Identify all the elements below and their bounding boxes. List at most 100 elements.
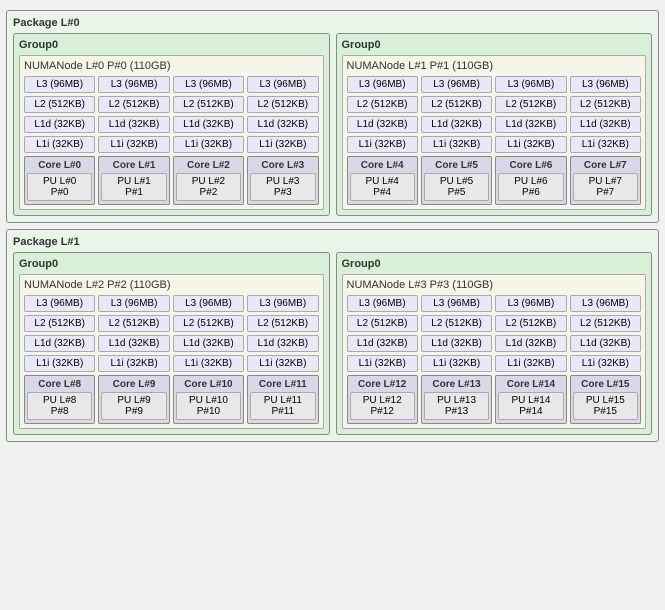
core-label: Core L#9 bbox=[101, 379, 166, 390]
cache-cell: L1i (32KB) bbox=[24, 355, 95, 372]
core-box: Core L#6 PU L#6 P#6 bbox=[495, 156, 566, 205]
pu-box: PU L#14 P#14 bbox=[498, 392, 563, 420]
cache-cell: L2 (512KB) bbox=[421, 315, 492, 332]
cache-cell: L1i (32KB) bbox=[98, 355, 169, 372]
cores-row: Core L#8PU L#8 P#8Core L#9PU L#9 P#9Core… bbox=[24, 375, 319, 424]
core-label: Core L#3 bbox=[250, 160, 315, 171]
cache-cell: L1i (32KB) bbox=[173, 136, 244, 153]
package: Package L#1 Group0 NUMANode L#2 P#2 (110GB… bbox=[6, 229, 659, 442]
pu-box: PU L#7 P#7 bbox=[573, 173, 638, 201]
pu-box: PU L#9 P#9 bbox=[101, 392, 166, 420]
core-box: Core L#3 PU L#3 P#3 bbox=[247, 156, 318, 205]
cache-cell: L3 (96MB) bbox=[495, 76, 566, 93]
numa-node: NUMANode L#0 P#0 (110GB)L3 (96MB)L3 (96M… bbox=[19, 55, 324, 210]
pu-box: PU L#13 P#13 bbox=[424, 392, 489, 420]
cache-cell: L2 (512KB) bbox=[570, 96, 641, 113]
cache-row: L1d (32KB)L1d (32KB)L1d (32KB)L1d (32KB) bbox=[347, 335, 642, 352]
cache-row: L2 (512KB)L2 (512KB)L2 (512KB)L2 (512KB) bbox=[347, 315, 642, 332]
cache-row: L3 (96MB)L3 (96MB)L3 (96MB)L3 (96MB) bbox=[347, 295, 642, 312]
pu-box: PU L#12 P#12 bbox=[350, 392, 415, 420]
package-label: Package L#1 bbox=[13, 236, 652, 248]
cache-cell: L1i (32KB) bbox=[495, 136, 566, 153]
cache-cell: L1i (32KB) bbox=[98, 136, 169, 153]
cache-cell: L1d (32KB) bbox=[173, 335, 244, 352]
pu-box: PU L#11 P#11 bbox=[250, 392, 315, 420]
cache-cell: L1d (32KB) bbox=[247, 116, 318, 133]
cache-cell: L2 (512KB) bbox=[24, 96, 95, 113]
cache-cell: L3 (96MB) bbox=[495, 295, 566, 312]
cache-cell: L1i (32KB) bbox=[347, 136, 418, 153]
cache-cell: L2 (512KB) bbox=[495, 315, 566, 332]
cache-cell: L1i (32KB) bbox=[570, 355, 641, 372]
cache-cell: L3 (96MB) bbox=[347, 295, 418, 312]
cache-cell: L1i (32KB) bbox=[421, 136, 492, 153]
cache-cell: L1i (32KB) bbox=[173, 355, 244, 372]
core-box: Core L#1PU L#1 P#1 bbox=[98, 156, 169, 205]
cache-cell: L3 (96MB) bbox=[421, 76, 492, 93]
core-label: Core L#15 bbox=[573, 379, 638, 390]
cache-cell: L1d (32KB) bbox=[347, 335, 418, 352]
core-box: Core L#10 PU L#10 P#10 bbox=[173, 375, 244, 424]
core-label: Core L#0 bbox=[27, 160, 92, 171]
cache-row: L1d (32KB)L1d (32KB)L1d (32KB)L1d (32KB) bbox=[347, 116, 642, 133]
package-label: Package L#0 bbox=[13, 17, 652, 29]
cache-row: L3 (96MB)L3 (96MB)L3 (96MB)L3 (96MB) bbox=[24, 295, 319, 312]
pu-box: PU L#5 P#5 bbox=[424, 173, 489, 201]
core-box: Core L#4PU L#4 P#4 bbox=[347, 156, 418, 205]
cache-row: L1d (32KB)L1d (32KB)L1d (32KB)L1d (32KB) bbox=[24, 335, 319, 352]
cache-cell: L3 (96MB) bbox=[24, 295, 95, 312]
cache-cell: L1i (32KB) bbox=[570, 136, 641, 153]
core-label: Core L#8 bbox=[27, 379, 92, 390]
core-box: Core L#7 PU L#7 P#7 bbox=[570, 156, 641, 205]
cache-cell: L3 (96MB) bbox=[570, 295, 641, 312]
cache-cell: L1d (32KB) bbox=[98, 335, 169, 352]
cache-cell: L1d (32KB) bbox=[24, 335, 95, 352]
pu-box: PU L#3 P#3 bbox=[250, 173, 315, 201]
cache-cell: L2 (512KB) bbox=[173, 96, 244, 113]
group-label: Group0 bbox=[342, 258, 647, 270]
cache-row: L1i (32KB)L1i (32KB)L1i (32KB)L1i (32KB) bbox=[24, 136, 319, 153]
cache-cell: L3 (96MB) bbox=[173, 76, 244, 93]
pu-box: PU L#0 P#0 bbox=[27, 173, 92, 201]
cache-cell: L1d (32KB) bbox=[421, 335, 492, 352]
cache-cell: L1i (32KB) bbox=[347, 355, 418, 372]
core-label: Core L#6 bbox=[498, 160, 563, 171]
numa-label: NUMANode L#2 P#2 (110GB) bbox=[24, 279, 319, 291]
cache-cell: L2 (512KB) bbox=[24, 315, 95, 332]
cache-cell: L1d (32KB) bbox=[570, 335, 641, 352]
core-label: Core L#7 bbox=[573, 160, 638, 171]
pu-box: PU L#8 P#8 bbox=[27, 392, 92, 420]
core-label: Core L#14 bbox=[498, 379, 563, 390]
core-label: Core L#10 bbox=[176, 379, 241, 390]
cache-cell: L2 (512KB) bbox=[495, 96, 566, 113]
cache-row: L3 (96MB)L3 (96MB)L3 (96MB)L3 (96MB) bbox=[24, 76, 319, 93]
package: Package L#0 Group0 NUMANode L#0 P#0 (110GB… bbox=[6, 10, 659, 223]
cores-row: Core L#0 PU L#0 P#0Core L#1PU L#1 P#1 Core… bbox=[24, 156, 319, 205]
core-box: Core L#12PU L#12 P#12 bbox=[347, 375, 418, 424]
cache-cell: L3 (96MB) bbox=[98, 295, 169, 312]
numa-label: NUMANode L#3 P#3 (110GB) bbox=[347, 279, 642, 291]
cache-cell: L1d (32KB) bbox=[570, 116, 641, 133]
pu-box: PU L#10 P#10 bbox=[176, 392, 241, 420]
pu-box: PU L#6 P#6 bbox=[498, 173, 563, 201]
group: Group0NUMANode L#1 P#1 (110GB)L3 (96MB)L… bbox=[336, 33, 653, 216]
cache-cell: L1d (32KB) bbox=[24, 116, 95, 133]
cache-cell: L1d (32KB) bbox=[495, 116, 566, 133]
group-label: Group0 bbox=[19, 258, 324, 270]
cache-cell: L3 (96MB) bbox=[173, 295, 244, 312]
cache-cell: L2 (512KB) bbox=[98, 315, 169, 332]
cores-row: Core L#4PU L#4 P#4Core L#5PU L#5 P#5Core… bbox=[347, 156, 642, 205]
group-label: Group0 bbox=[19, 39, 324, 51]
cache-cell: L2 (512KB) bbox=[247, 96, 318, 113]
cache-cell: L1i (32KB) bbox=[495, 355, 566, 372]
cache-cell: L3 (96MB) bbox=[98, 76, 169, 93]
numa-label: NUMANode L#1 P#1 (110GB) bbox=[347, 60, 642, 72]
cache-row: L2 (512KB)L2 (512KB)L2 (512KB)L2 (512KB) bbox=[24, 96, 319, 113]
group: Group0NUMANode L#3 P#3 (110GB)L3 (96MB)L… bbox=[336, 252, 653, 435]
cache-cell: L3 (96MB) bbox=[570, 76, 641, 93]
cache-cell: L1i (32KB) bbox=[247, 136, 318, 153]
cache-cell: L2 (512KB) bbox=[347, 315, 418, 332]
cache-cell: L1d (32KB) bbox=[347, 116, 418, 133]
cache-cell: L1i (32KB) bbox=[247, 355, 318, 372]
cache-row: L1i (32KB)L1i (32KB)L1i (32KB)L1i (32KB) bbox=[347, 355, 642, 372]
